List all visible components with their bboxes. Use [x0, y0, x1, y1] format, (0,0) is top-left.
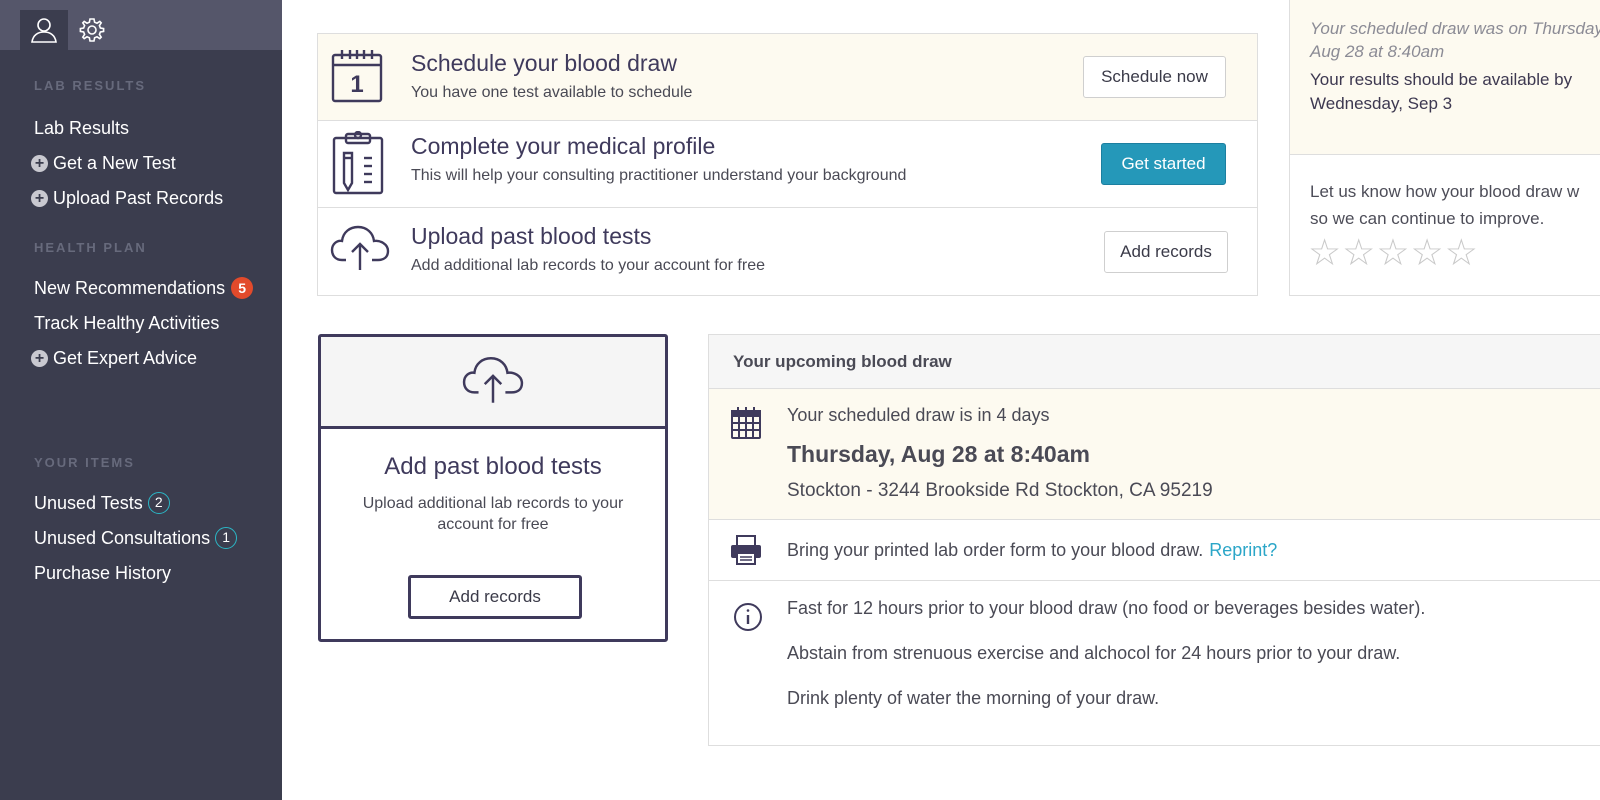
sidebar: LAB RESULTS Lab Results + Get a New Test…	[0, 0, 282, 800]
sidebar-item-label: Unused Tests	[34, 492, 143, 513]
draw-status-panel: Your scheduled draw was on Thursday, Aug…	[1289, 0, 1600, 296]
sidebar-item-label: Unused Consultations	[34, 527, 211, 548]
settings-tab[interactable]	[68, 10, 116, 50]
profile-tab[interactable]	[20, 10, 68, 50]
star-icon[interactable]: ☆	[1342, 234, 1375, 271]
printer-icon	[731, 535, 761, 565]
sidebar-item-purchase-history[interactable]: Purchase History	[34, 563, 171, 584]
task-subtitle: This will help your consulting practitio…	[411, 167, 907, 184]
schedule-now-button[interactable]: Schedule now	[1083, 56, 1226, 98]
add-past-tests-header	[321, 337, 665, 429]
sidebar-item-label: Track Healthy Activities	[34, 313, 220, 333]
feedback-prompt: Let us know how your blood draw w so we …	[1310, 178, 1600, 232]
cloud-upload-icon	[330, 225, 390, 270]
upcoming-draw-heading: Your upcoming blood draw	[733, 352, 952, 371]
star-icon[interactable]: ☆	[1411, 234, 1444, 271]
info-icon	[734, 603, 762, 631]
add-records-button[interactable]: Add records	[1104, 231, 1228, 273]
add-past-tests-card: Add past blood tests Upload additional l…	[318, 334, 668, 642]
sidebar-item-label: Purchase History	[34, 563, 172, 583]
sidebar-item-new-recommendations[interactable]: New Recommendations 5	[34, 277, 254, 299]
sidebar-item-get-new-test[interactable]: + Get a New Test	[31, 153, 176, 174]
add-past-tests-title: Add past blood tests	[384, 453, 602, 480]
section-heading-your-items: YOUR ITEMS	[34, 455, 135, 470]
cloud-upload-icon	[462, 357, 524, 403]
task-card-schedule: 1 Schedule your blood draw You have one …	[317, 33, 1258, 121]
section-heading-health-plan: HEALTH PLAN	[34, 240, 147, 255]
print-note-text: Bring your printed lab order form to you…	[787, 540, 1204, 560]
feedback-line: Let us know how your blood draw w	[1310, 182, 1580, 201]
sidebar-item-track-healthy-activities[interactable]: Track Healthy Activities	[34, 313, 219, 334]
count-badge: 5	[231, 277, 254, 299]
sidebar-item-unused-consultations[interactable]: Unused Consultations 1	[34, 527, 238, 549]
gear-icon	[79, 18, 105, 42]
sidebar-item-get-expert-advice[interactable]: + Get Expert Advice	[31, 348, 197, 369]
feedback-line: so we can continue to improve.	[1310, 209, 1545, 228]
task-subtitle: You have one test available to schedule	[411, 84, 693, 101]
task-title: Schedule your blood draw	[411, 50, 677, 76]
sidebar-item-label: Upload Past Records	[53, 188, 224, 208]
task-card-medical-profile: Complete your medical profile This will …	[317, 120, 1258, 208]
star-rating[interactable]: ☆ ☆ ☆ ☆ ☆	[1308, 234, 1479, 271]
draw-status-summary: Your scheduled draw was on Thursday, Aug…	[1290, 0, 1600, 155]
upcoming-draw-instructions: Fast for 12 hours prior to your blood dr…	[709, 581, 1600, 745]
instruction-item: Drink plenty of water the morning of you…	[787, 688, 1160, 708]
task-subtitle: Add additional lab records to your accou…	[411, 257, 765, 274]
sidebar-tabs	[0, 0, 282, 50]
upcoming-draw-panel: Your upcoming blood draw Your scheduled …	[708, 334, 1600, 746]
add-past-tests-subtitle: Upload additional lab records to your ac…	[362, 495, 624, 533]
sidebar-item-upload-past-records[interactable]: + Upload Past Records	[31, 188, 223, 209]
upcoming-draw-schedule: Your scheduled draw is in 4 days Thursda…	[709, 389, 1600, 520]
star-icon[interactable]: ☆	[1376, 234, 1409, 271]
task-title: Upload past blood tests	[411, 223, 652, 249]
sidebar-item-label: Get Expert Advice	[53, 348, 198, 368]
section-heading-lab-results: LAB RESULTS	[34, 78, 147, 93]
draw-datetime: Thursday, Aug 28 at 8:40am	[787, 441, 1090, 467]
svg-text:1: 1	[350, 71, 363, 98]
calendar-icon: 1	[331, 50, 383, 103]
calendar-grid-icon	[731, 407, 761, 439]
star-icon[interactable]: ☆	[1445, 234, 1478, 271]
sidebar-item-label: Get a New Test	[53, 153, 176, 173]
sidebar-item-unused-tests[interactable]: Unused Tests 2	[34, 492, 170, 514]
count-badge: 1	[215, 527, 238, 549]
star-icon[interactable]: ☆	[1308, 234, 1341, 271]
add-records-button[interactable]: Add records	[408, 575, 582, 619]
plus-circle-icon: +	[31, 155, 48, 172]
get-started-button[interactable]: Get started	[1101, 143, 1226, 185]
user-icon	[31, 18, 57, 43]
sidebar-item-label: Lab Results	[34, 118, 130, 138]
instruction-item: Fast for 12 hours prior to your blood dr…	[787, 598, 1426, 618]
plus-circle-icon: +	[31, 190, 48, 207]
draw-location: Stockton - 3244 Brookside Rd Stockton, C…	[787, 480, 1213, 501]
instruction-item: Abstain from strenuous exercise and alch…	[787, 643, 1401, 663]
task-card-upload: Upload past blood tests Add additional l…	[317, 207, 1258, 296]
upcoming-draw-print-note: Bring your printed lab order form to you…	[709, 520, 1600, 581]
count-badge: 2	[147, 492, 170, 514]
print-note: Bring your printed lab order form to you…	[787, 540, 1277, 561]
sidebar-item-label: New Recommendations	[34, 277, 226, 298]
task-title: Complete your medical profile	[411, 133, 716, 159]
reprint-link[interactable]: Reprint?	[1209, 540, 1277, 560]
sidebar-item-lab-results[interactable]: Lab Results	[34, 118, 129, 139]
plus-circle-icon: +	[31, 350, 48, 367]
upcoming-draw-header: Your upcoming blood draw	[709, 335, 1600, 389]
clipboard-icon	[332, 131, 384, 195]
scheduled-note: Your scheduled draw was on Thursday, Aug…	[1310, 19, 1600, 61]
results-availability: Your results should be available by Wedn…	[1310, 70, 1573, 113]
draw-countdown: Your scheduled draw is in 4 days	[787, 405, 1050, 425]
